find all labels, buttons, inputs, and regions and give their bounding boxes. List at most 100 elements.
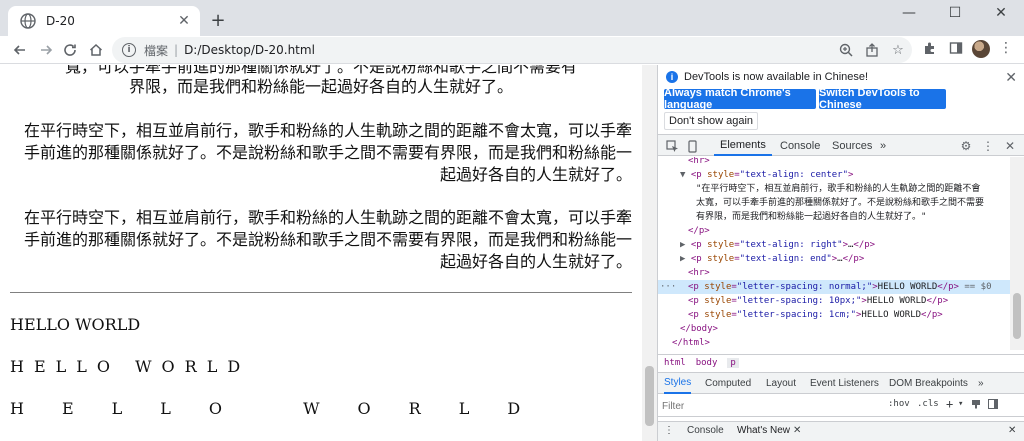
device-toolbar-icon[interactable]: [684, 138, 700, 154]
language-banner: i DevTools is now available in Chinese! …: [658, 65, 1024, 130]
zoom-icon[interactable]: [838, 42, 854, 58]
side-panel-icon[interactable]: [946, 38, 966, 58]
dont-show-again-button[interactable]: Don't show again: [664, 112, 759, 130]
new-tab-button[interactable]: +: [208, 10, 228, 31]
forward-arrow-icon[interactable]: [34, 38, 58, 62]
dom-node-p-close[interactable]: </p>: [688, 224, 710, 238]
globe-icon: [20, 13, 36, 29]
scheme-label: 檔案: [144, 43, 169, 58]
dom-tag: </p>: [688, 226, 710, 236]
hello-letter-spacing-1cm: HELLO WORLD: [10, 399, 559, 418]
more-dots-icon[interactable]: ···: [660, 280, 676, 294]
drawer-menu-icon[interactable]: ⋮: [664, 425, 674, 436]
close-window-button[interactable]: ✕: [978, 0, 1024, 26]
tab-close-icon[interactable]: ✕: [176, 13, 192, 29]
dom-attr-value: "letter-spacing: normal;": [736, 282, 873, 292]
dom-text-line-2: 太寬，可以手牽手前進的那種關係就好了。不是說粉絲和歌手之間不需要: [696, 198, 985, 208]
dom-attr-value: "text-align: end": [739, 254, 832, 264]
breadcrumb-p[interactable]: p: [727, 357, 739, 368]
breadcrumb-html[interactable]: html: [664, 358, 686, 368]
devtools-tab-bar: Elements Console Sources » ⚙ ⋮ ✕: [658, 134, 1024, 156]
always-match-language-button[interactable]: Always match Chrome's language: [664, 87, 816, 111]
minimize-button[interactable]: —: [886, 0, 932, 26]
styles-filter-input[interactable]: [662, 398, 874, 414]
tab-styles[interactable]: Styles: [664, 373, 692, 394]
tab-sources[interactable]: Sources: [830, 135, 874, 156]
dom-node-p-center[interactable]: ▼ <p style="text-align: center">: [680, 168, 853, 182]
browser-tab[interactable]: D-20 ✕: [8, 6, 200, 36]
dom-tag: </p>: [921, 310, 943, 320]
breadcrumb: html body p: [658, 354, 1024, 370]
back-arrow-icon[interactable]: [8, 38, 32, 62]
switch-to-chinese-button[interactable]: Switch DevTools to Chinese: [819, 87, 946, 111]
banner-text: DevTools is now available in Chinese!: [684, 71, 869, 83]
dom-node-p-selected[interactable]: ··· <p style="letter-spacing: normal;">H…: [658, 280, 1010, 294]
add-rule-icon[interactable]: +: [946, 397, 953, 411]
browser-toolbar: i 檔案 | D:/Desktop/D-20.html ☆: [0, 36, 1024, 64]
dom-tag: </p>: [853, 240, 876, 250]
tab-layout[interactable]: Layout: [766, 373, 796, 394]
devtools-close-icon[interactable]: ✕: [1002, 138, 1018, 154]
dom-scrollbar-thumb[interactable]: [1013, 293, 1021, 339]
address-separator: |: [174, 43, 179, 57]
url-text: D:/Desktop/D-20.html: [184, 43, 315, 57]
element-state-icon[interactable]: ▾: [958, 399, 963, 409]
dom-attr-value: "text-align: right": [739, 240, 843, 250]
home-icon[interactable]: [84, 38, 108, 62]
dom-node-p-right[interactable]: ▶ <p style="text-align: right">…</p>: [680, 238, 875, 252]
more-subtabs-icon[interactable]: »: [978, 373, 984, 394]
cut-paragraph-line-2: 界限，而是我們和粉絲能一起過好各自的人生就好了。: [128, 77, 513, 96]
reload-icon[interactable]: [58, 38, 82, 62]
info-icon[interactable]: i: [122, 43, 136, 57]
dom-node-p-end[interactable]: ▶ <p style="text-align: end">…</p>: [680, 252, 864, 266]
dom-node-p-ls-10px[interactable]: <p style="letter-spacing: 10px;">HELLO W…: [688, 294, 948, 308]
dom-node-hr-2[interactable]: <hr>: [688, 266, 710, 280]
settings-gear-icon[interactable]: ⚙: [958, 138, 974, 154]
banner-close-icon[interactable]: ✕: [1005, 69, 1017, 86]
maximize-button[interactable]: ☐: [932, 0, 978, 26]
expand-triangle-icon[interactable]: ▼: [680, 170, 685, 180]
drawer-tab-close-icon[interactable]: ✕: [793, 425, 801, 436]
dom-attr-name: style: [707, 170, 735, 180]
more-tabs-icon[interactable]: »: [880, 135, 886, 156]
dom-attr-value: "letter-spacing: 10px;": [736, 296, 862, 306]
tab-computed[interactable]: Computed: [705, 373, 751, 394]
kebab-menu-icon[interactable]: ⋮: [996, 38, 1016, 58]
computed-sidebar-icon[interactable]: [988, 399, 998, 412]
dom-tag: <p: [690, 170, 702, 180]
drawer-tab-console[interactable]: Console: [687, 425, 724, 436]
paint-icon[interactable]: [971, 399, 981, 412]
dom-node-hr[interactable]: <hr>: [688, 157, 710, 168]
hello-letter-spacing-normal: HELLO WORLD: [10, 315, 141, 334]
drawer-tab-whats-new[interactable]: What's New: [737, 425, 790, 436]
paragraph-text-align-right: 在平行時空下，相互並肩前行，歌手和粉絲的人生軌跡之間的距離不會太寬，可以手牽手前…: [23, 121, 632, 184]
dom-tag: <hr>: [688, 157, 710, 166]
dom-node-body-close[interactable]: </body>: [680, 322, 718, 336]
extensions-puzzle-icon[interactable]: [920, 38, 940, 58]
address-bar[interactable]: i 檔案 | D:/Desktop/D-20.html: [112, 37, 912, 63]
dom-text: HELLO WORLD: [877, 282, 938, 292]
share-icon[interactable]: [864, 42, 880, 58]
styles-tab-bar: Styles Computed Layout Event Listeners D…: [658, 372, 1024, 394]
dom-tag: </body>: [680, 324, 718, 334]
expand-triangle-icon[interactable]: ▶: [680, 254, 685, 264]
devtools-menu-icon[interactable]: ⋮: [980, 138, 996, 154]
dom-node-html-close[interactable]: </html>: [672, 336, 710, 350]
profile-avatar[interactable]: [972, 40, 990, 58]
bookmark-star-icon[interactable]: ☆: [890, 42, 906, 58]
hov-toggle[interactable]: :hov: [888, 399, 910, 409]
drawer-tab-bar: ⋮ Console What's New ✕ ✕: [658, 421, 1024, 441]
dom-text-line-3: 有界限，而是我們和粉絲能一起過好各自的人生就好了。": [696, 212, 927, 222]
breadcrumb-body[interactable]: body: [696, 358, 718, 368]
tab-dom-breakpoints[interactable]: DOM Breakpoints: [889, 373, 968, 394]
tab-elements[interactable]: Elements: [714, 135, 772, 156]
cls-toggle[interactable]: .cls: [917, 399, 939, 409]
tab-event-listeners[interactable]: Event Listeners: [810, 373, 879, 394]
dom-node-p-ls-1cm[interactable]: <p style="letter-spacing: 1cm;">HELLO WO…: [688, 308, 943, 322]
page-scrollbar-thumb[interactable]: [645, 366, 654, 426]
expand-triangle-icon[interactable]: ▶: [680, 240, 685, 250]
inspect-element-icon[interactable]: [664, 138, 680, 154]
drawer-close-icon[interactable]: ✕: [1008, 425, 1016, 436]
dom-text: HELLO WORLD: [861, 310, 922, 320]
tab-console[interactable]: Console: [778, 135, 822, 156]
